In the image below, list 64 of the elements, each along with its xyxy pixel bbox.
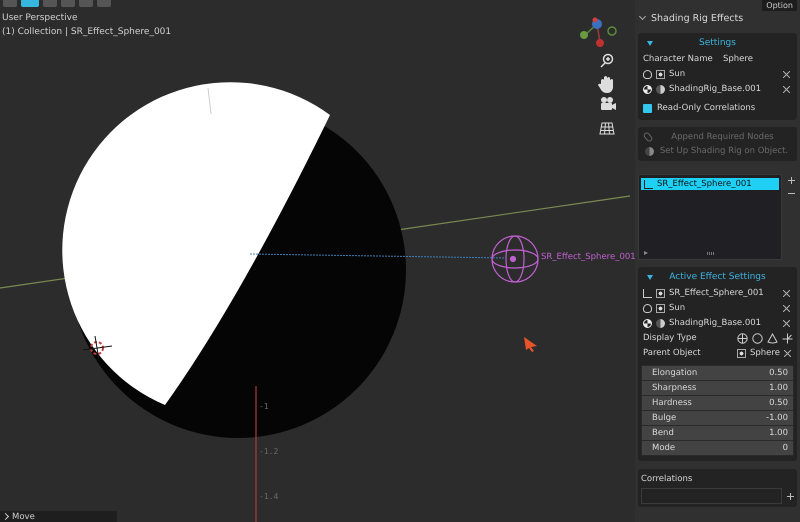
number-field[interactable]: Mode 0	[642, 441, 793, 455]
empty-axes-icon	[643, 288, 652, 298]
view-name: User Perspective	[2, 13, 78, 23]
axes-icon[interactable]	[782, 332, 793, 344]
object-label: SR_Effect_Sphere_001	[541, 252, 636, 262]
panel-title: Shading Rig Effects	[651, 12, 744, 24]
empty-object-icon[interactable]	[491, 235, 539, 283]
close-icon[interactable]	[783, 70, 790, 78]
3d-viewport[interactable]: User Perspective (1) Collection | SR_Effect_Sphere_001 SR_Effect_Sphere_001 -1 -1.2 -1.4 Move	[0, 0, 635, 522]
character-name-field[interactable]: Sphere	[723, 54, 794, 64]
circle-icon[interactable]	[752, 332, 763, 344]
active-effect-header[interactable]: Active Effect Settings	[641, 269, 794, 285]
object-icon	[737, 348, 746, 358]
field-label: Display Type	[643, 333, 698, 343]
field-label: Parent Object	[643, 348, 702, 358]
slot-field[interactable]: ShadingRig_Base.001	[669, 318, 779, 328]
operator-panel[interactable]: Move	[0, 511, 117, 522]
axis-tick	[208, 88, 212, 114]
slot-field[interactable]: Sun	[669, 303, 779, 313]
number-field[interactable]: Hardness 0.50	[642, 396, 793, 410]
material-icon	[645, 146, 654, 156]
object-icon	[656, 70, 665, 78]
field-label: Character Name	[643, 54, 714, 64]
number-field[interactable]: Elongation 0.50	[642, 366, 793, 380]
navigation-gizmo-icon[interactable]	[580, 18, 617, 47]
close-icon[interactable]	[783, 304, 790, 312]
parent-object-field[interactable]: Sphere	[750, 348, 780, 358]
close-icon[interactable]	[783, 320, 790, 326]
number-field[interactable]: Sharpness 1.00	[642, 381, 793, 395]
3d-cursor-icon	[82, 336, 112, 360]
axis-label: -1.4	[259, 492, 278, 501]
close-icon[interactable]	[783, 86, 790, 92]
settings-header[interactable]: Settings	[641, 35, 794, 51]
sphere-drawing[interactable]	[62, 82, 406, 438]
add-icon[interactable]	[787, 492, 794, 500]
number-field[interactable]: Bulge -1.00	[642, 411, 793, 425]
close-icon[interactable]	[783, 290, 790, 296]
correlations-title: Correlations	[641, 474, 694, 484]
axis-label: -1.2	[259, 447, 278, 456]
axis-label: -1	[259, 402, 269, 411]
triangle-icon[interactable]	[644, 251, 648, 255]
triangle-icon	[647, 40, 653, 46]
list-item[interactable]: SR_Effect_Sphere_001	[641, 178, 779, 190]
camera-icon[interactable]	[601, 97, 616, 110]
paperclip-icon	[642, 131, 654, 143]
triangle-icon	[647, 274, 653, 280]
number-field[interactable]: Bend 1.00	[642, 426, 793, 440]
hand-icon[interactable]	[598, 76, 613, 93]
grid-icon[interactable]	[599, 122, 615, 134]
resize-grip-icon[interactable]	[707, 252, 715, 255]
add-icon[interactable]	[788, 177, 794, 184]
zoom-icon[interactable]	[600, 54, 614, 68]
collection-info: (1) Collection | SR_Effect_Sphere_001	[2, 27, 172, 37]
close-icon[interactable]	[784, 350, 791, 356]
slot-field[interactable]: ShadingRig_Base.001	[669, 84, 779, 94]
options-tab[interactable]: Option	[762, 0, 797, 11]
sphere-wire-icon[interactable]	[737, 332, 748, 344]
slot-field[interactable]: Sun	[669, 69, 779, 79]
slot-field[interactable]: SR_Effect_Sphere_001	[669, 288, 779, 298]
mouse-pointer-icon	[524, 337, 537, 352]
checkbox-label: Read-Only Correlations	[657, 103, 756, 113]
operator-label: Move	[12, 512, 35, 522]
cone-icon[interactable]	[767, 332, 778, 344]
checkbox[interactable]	[643, 104, 652, 112]
